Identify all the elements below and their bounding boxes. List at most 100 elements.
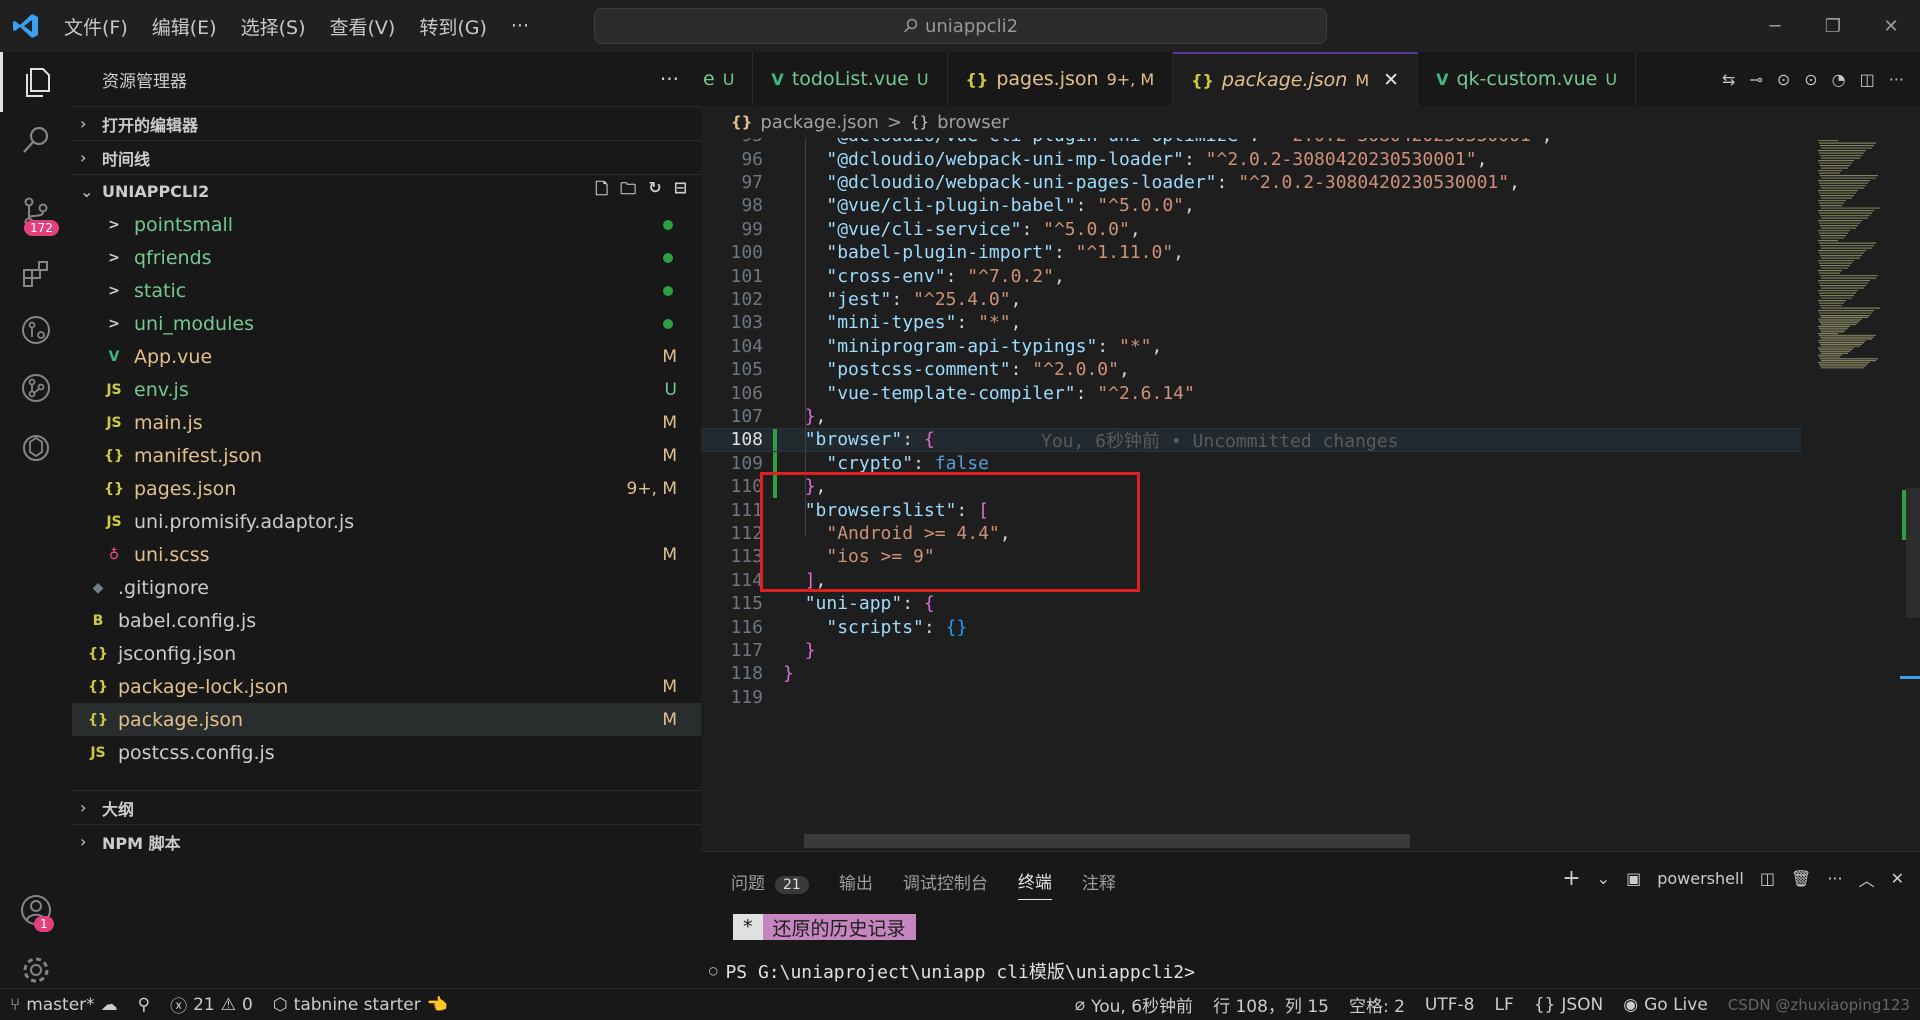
- breadcrumb-symbol[interactable]: browser: [937, 112, 1009, 133]
- command-center-search[interactable]: uniappcli2: [594, 8, 1327, 44]
- panel-tab-problems[interactable]: 问题 21: [731, 869, 809, 894]
- indentation-status[interactable]: 空格: 2: [1339, 989, 1415, 1020]
- search-view-icon[interactable]: [0, 110, 72, 170]
- code-line[interactable]: 108 "browser": {You, 6秒钟前 • Uncommitted …: [701, 428, 1801, 452]
- code-line[interactable]: 119: [701, 686, 1801, 709]
- language-status[interactable]: {} JSON: [1524, 989, 1614, 1020]
- terminal-prompt-line[interactable]: ○ PS G:\uniaproject\uniapp cli模版\uniappc…: [709, 958, 1195, 984]
- terminal-shell-name[interactable]: powershell: [1657, 869, 1744, 888]
- new-file-icon[interactable]: 🗋: [595, 178, 608, 205]
- minimap[interactable]: [1810, 138, 1890, 688]
- menu-selection[interactable]: 选择(S): [229, 13, 318, 40]
- file-row[interactable]: JS postcss.config.js: [72, 736, 701, 769]
- menu-edit[interactable]: 编辑(E): [140, 13, 229, 40]
- folder-row[interactable]: > qfriends: [72, 241, 701, 274]
- file-row[interactable]: {} jsconfig.json: [72, 637, 701, 670]
- ai-assistant-icon[interactable]: [0, 418, 72, 478]
- branch-status[interactable]: ⑂ master* ☁: [0, 989, 128, 1020]
- code-line[interactable]: 103 "mini-types": "*",: [701, 311, 1801, 334]
- code-line[interactable]: 106 "vue-template-compiler": "^2.6.14": [701, 381, 1801, 404]
- section-npm-scripts[interactable]: › NPM 脚本: [72, 824, 701, 858]
- panel-tab-debug-console[interactable]: 调试控制台: [903, 869, 988, 894]
- blame-status[interactable]: ⌀ You, 6秒钟前: [1065, 989, 1203, 1020]
- explorer-icon[interactable]: [0, 52, 72, 112]
- next-change-icon[interactable]: ⊙: [1804, 70, 1817, 89]
- new-terminal-icon[interactable]: +: [1562, 866, 1580, 891]
- code-line[interactable]: 101 "cross-env": "^7.0.2",: [701, 264, 1801, 287]
- section-project[interactable]: ⌄ UNIAPPCLI2 🗋 🗀 ↻ ⊟: [72, 174, 701, 208]
- editor-tab[interactable]: VtodoList.vue U: [753, 52, 948, 106]
- folder-row[interactable]: > uni_modules: [72, 307, 701, 340]
- tabnine-status[interactable]: ⬡ tabnine starter 👈: [263, 989, 458, 1020]
- code-line[interactable]: 118}: [701, 662, 1801, 685]
- timeline-icon[interactable]: ◔: [1832, 70, 1846, 89]
- file-row[interactable]: ⓘ README.md M: [72, 769, 701, 779]
- more-actions-icon[interactable]: ···: [1889, 70, 1904, 89]
- source-control-icon[interactable]: 172: [0, 182, 72, 242]
- editor-tab[interactable]: {} package.json M ✕: [1173, 52, 1419, 106]
- eol-status[interactable]: LF: [1484, 989, 1523, 1020]
- problems-status[interactable]: ⓧ 21 ⚠ 0: [160, 989, 263, 1020]
- code-line[interactable]: 105 "postcss-comment": "^2.0.0",: [701, 358, 1801, 381]
- collapse-all-icon[interactable]: ⊟: [674, 178, 687, 205]
- file-row[interactable]: ♁ uni.scss M: [72, 538, 701, 571]
- file-row[interactable]: {} pages.json 9+, M: [72, 472, 701, 505]
- compare-changes-icon[interactable]: ⇆: [1722, 70, 1735, 89]
- horizontal-scrollbar[interactable]: [804, 834, 1410, 848]
- maximize-panel-icon[interactable]: ︿: [1859, 867, 1875, 891]
- menu-view[interactable]: 查看(V): [318, 13, 408, 40]
- panel-tab-terminal[interactable]: 终端: [1017, 868, 1052, 900]
- cursor-position[interactable]: 行 108，列 15: [1203, 989, 1339, 1020]
- git-graph-status-icon[interactable]: ⚲: [128, 989, 160, 1020]
- open-changes-icon[interactable]: ⊸: [1749, 70, 1762, 89]
- section-timeline[interactable]: › 时间线: [72, 140, 701, 174]
- breadcrumb-file[interactable]: package.json: [760, 112, 879, 133]
- editor-tab[interactable]: eU: [701, 52, 754, 106]
- git-graph-icon[interactable]: [0, 358, 72, 418]
- code-line[interactable]: 98 "@vue/cli-plugin-babel": "^5.0.0",: [701, 194, 1801, 217]
- code-line[interactable]: 97 "@dcloudio/webpack-uni-pages-loader":…: [701, 171, 1801, 194]
- refresh-icon[interactable]: ↻: [648, 178, 661, 205]
- code-line[interactable]: 99 "@vue/cli-service": "^5.0.0",: [701, 218, 1801, 241]
- go-live-status[interactable]: ◉ Go Live: [1613, 989, 1718, 1020]
- previous-change-icon[interactable]: ⊙: [1777, 70, 1790, 89]
- remote-explorer-icon[interactable]: [0, 300, 72, 360]
- section-open-editors[interactable]: › 打开的编辑器: [72, 106, 701, 140]
- file-row[interactable]: {} manifest.json M: [72, 439, 701, 472]
- code-line[interactable]: 95 "@dcloudio/vue-cli-plugin-uni-optimiz…: [701, 138, 1801, 147]
- file-row[interactable]: JS main.js M: [72, 406, 701, 439]
- trash-icon[interactable]: 🗑: [1791, 869, 1811, 888]
- editor-tab[interactable]: {} pages.json 9+, M: [948, 52, 1174, 106]
- section-outline[interactable]: › 大纲: [72, 790, 701, 824]
- code-line[interactable]: 115 "uni-app": {: [701, 592, 1801, 615]
- split-editor-icon[interactable]: ◫: [1860, 70, 1875, 89]
- account-icon[interactable]: 1: [0, 880, 72, 940]
- code-line[interactable]: 116 "scripts": {}: [701, 615, 1801, 638]
- file-row[interactable]: JS env.js U: [72, 373, 701, 406]
- code-line[interactable]: 96 "@dcloudio/webpack-uni-mp-loader": "^…: [701, 147, 1801, 170]
- folder-row[interactable]: > static: [72, 274, 701, 307]
- more-actions-icon[interactable]: ···: [1827, 869, 1842, 888]
- file-row[interactable]: JS uni.promisify.adaptor.js: [72, 505, 701, 538]
- code-line[interactable]: 102 "jest": "^25.4.0",: [701, 288, 1801, 311]
- extensions-icon[interactable]: [0, 244, 72, 304]
- file-row[interactable]: Bbabel.config.js: [72, 604, 701, 637]
- editor-tab[interactable]: Vqk-custom.vue U: [1418, 52, 1637, 106]
- close-tab-icon[interactable]: ✕: [1383, 69, 1399, 91]
- vertical-scrollbar[interactable]: [1898, 138, 1920, 841]
- code-line[interactable]: 117 }: [701, 639, 1801, 662]
- chevron-down-icon[interactable]: ⌄: [1597, 869, 1610, 888]
- file-row[interactable]: {} package-lock.json M: [72, 670, 701, 703]
- code-line[interactable]: 100 "babel-plugin-import": "^1.11.0",: [701, 241, 1801, 264]
- new-folder-icon[interactable]: 🗀: [620, 178, 636, 205]
- panel-tab-comments[interactable]: 注释: [1082, 869, 1116, 894]
- file-row[interactable]: ◆ .gitignore: [72, 571, 701, 604]
- code-line[interactable]: 107 },: [701, 405, 1801, 428]
- file-row[interactable]: V App.vue M: [72, 340, 701, 373]
- restore-button[interactable]: ❐: [1804, 0, 1862, 52]
- panel-tab-output[interactable]: 输出: [839, 869, 873, 894]
- close-window-button[interactable]: ✕: [1862, 0, 1920, 52]
- encoding-status[interactable]: UTF-8: [1415, 989, 1485, 1020]
- minimize-button[interactable]: ─: [1746, 0, 1804, 52]
- menu-go[interactable]: 转到(G): [407, 13, 499, 40]
